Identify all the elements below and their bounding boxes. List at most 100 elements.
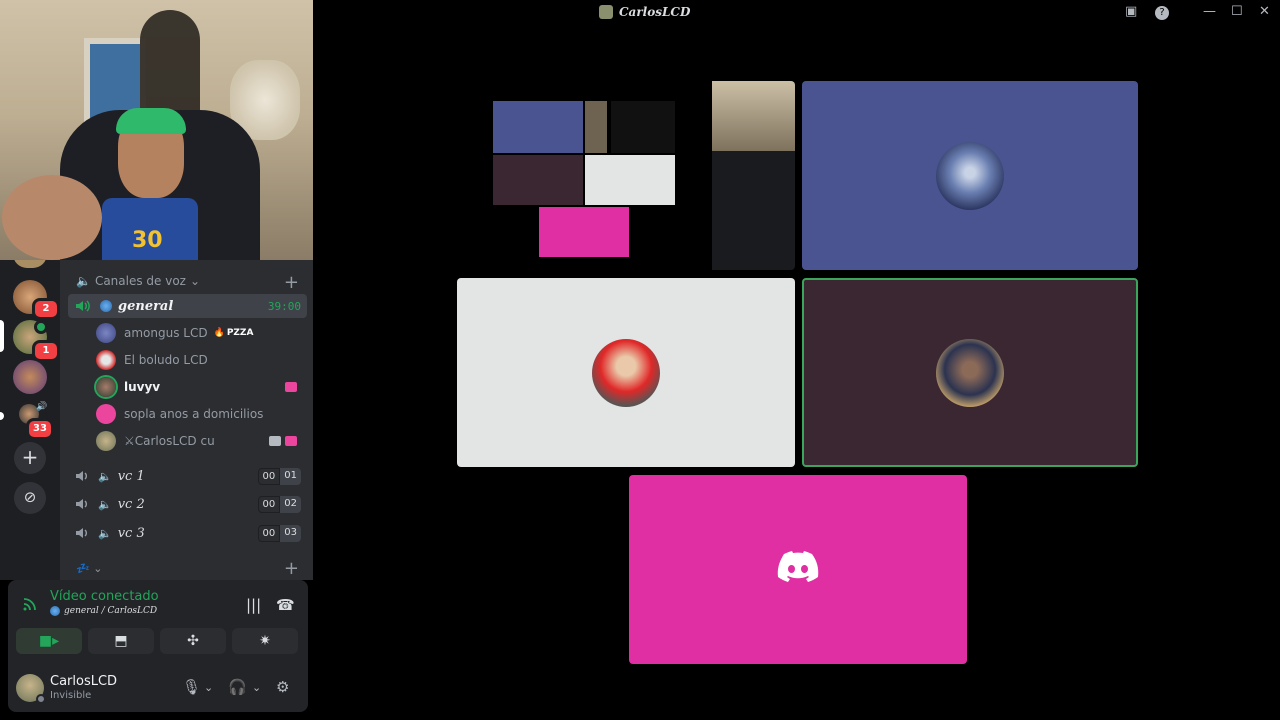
soundboard-icon: ✷: [259, 633, 271, 649]
inbox-icon[interactable]: ▣: [1125, 4, 1137, 19]
add-channel-button[interactable]: +: [284, 558, 299, 579]
voice-member[interactable]: ⚔CarlosLCD cu: [96, 429, 301, 453]
server-rail: 2 1 🔊 33 + ⊘: [0, 254, 60, 580]
chevron-down-icon[interactable]: ⌄: [204, 681, 213, 694]
speaker-icon: 🔈: [98, 526, 112, 540]
category-label: Canales de voz: [94, 274, 186, 288]
guild-tag: 🔥 PZZA: [214, 328, 254, 338]
screen-share-tile[interactable]: [457, 81, 795, 270]
unread-badge: 33: [26, 418, 54, 440]
user-status[interactable]: Invisible: [50, 690, 91, 701]
member-name: amongus LCD: [124, 326, 208, 340]
speaker-icon: [76, 300, 90, 312]
avatar: [96, 404, 116, 424]
voice-channel-general[interactable]: general 39:00: [68, 294, 307, 318]
avatar: [936, 338, 1004, 407]
camera-icon: [269, 436, 281, 446]
call-timer: 39:00: [267, 299, 301, 313]
participant-tile[interactable]: [457, 278, 795, 467]
activities-button[interactable]: ✣: [160, 628, 226, 654]
voice-channel[interactable]: 🔈 vc 2 00 02: [68, 492, 307, 516]
screen-share-button[interactable]: ⬒: [88, 628, 154, 654]
preview-tile: [585, 155, 675, 205]
minimize-icon[interactable]: —: [1203, 4, 1216, 19]
speaker-icon: 🔊: [36, 402, 48, 412]
streamer-arm: [2, 175, 102, 260]
counter-current: 00: [257, 524, 281, 542]
avatar: [936, 141, 1004, 210]
noise-suppression-icon[interactable]: |||: [246, 596, 261, 614]
voice-channel[interactable]: 🔈 vc 1 00 01: [68, 464, 307, 488]
user-limit-counter: 00 03: [257, 524, 301, 542]
activities-icon: ✣: [187, 633, 199, 649]
channel-name: general: [118, 298, 174, 314]
webcam-overlay: 30: [0, 0, 313, 260]
counter-limit: 03: [280, 524, 301, 542]
status-indicator: [36, 694, 46, 704]
participant-tile[interactable]: [802, 81, 1138, 270]
voice-member[interactable]: sopla anos a domicilios: [96, 402, 301, 426]
tag-label: PZZA: [226, 328, 254, 338]
camera-toggle-button[interactable]: ■▸: [16, 628, 82, 654]
discover-icon[interactable]: ⊘: [14, 482, 46, 514]
close-icon[interactable]: ✕: [1259, 4, 1270, 19]
camera-icon: ■▸: [38, 633, 60, 649]
soundboard-button[interactable]: ✷: [232, 628, 298, 654]
server-icon[interactable]: [13, 360, 47, 394]
participant-tile-speaking[interactable]: [802, 278, 1138, 467]
maximize-icon[interactable]: ☐: [1231, 4, 1243, 19]
streamer-cap: [116, 108, 186, 134]
connection-status[interactable]: Vídeo conectado: [50, 589, 159, 604]
help-icon[interactable]: ?: [1155, 6, 1169, 20]
channel-list: 🔈 Canales de voz ⌄ + general 39:00 among…: [60, 260, 313, 580]
settings-gear-icon[interactable]: ⚙: [276, 678, 289, 696]
microphone-icon[interactable]: 🎙: [182, 678, 201, 696]
connection-location[interactable]: general / CarlosLCD: [50, 606, 157, 616]
voice-member[interactable]: El boludo LCD: [96, 348, 301, 372]
avatar: [96, 431, 116, 451]
preview-tile: [611, 101, 675, 153]
avatar: [592, 338, 660, 407]
unread-badge: 2: [32, 298, 60, 320]
category-collapsed[interactable]: 💤 ⌄: [76, 562, 102, 575]
preview-tile: [585, 101, 607, 153]
shirt-number: 30: [132, 228, 163, 253]
avatar: [96, 377, 116, 397]
globe-icon: [50, 606, 60, 616]
speaker-icon: 🔈: [76, 274, 91, 288]
preview-tile: [493, 155, 583, 205]
sleep-icon: 💤: [76, 562, 90, 575]
counter-limit: 01: [280, 467, 301, 485]
window-title-text: CarlosLCD: [619, 5, 691, 19]
unread-pill: [0, 412, 4, 420]
chevron-down-icon: ⌄: [189, 274, 201, 288]
disconnect-icon[interactable]: ☎: [276, 596, 295, 614]
speaker-icon: [76, 528, 87, 538]
participant-tile[interactable]: [629, 475, 967, 664]
speaker-icon: [76, 499, 87, 509]
window-title: CarlosLCD: [599, 5, 690, 19]
voice-member[interactable]: amongus LCD 🔥 PZZA: [96, 321, 301, 345]
user-limit-counter: 00 01: [257, 467, 301, 485]
user-limit-counter: 00 02: [257, 495, 301, 513]
headphones-icon[interactable]: 🎧: [228, 678, 247, 696]
connection-signal-icon[interactable]: [22, 596, 38, 612]
username[interactable]: CarlosLCD: [50, 674, 117, 689]
category-header[interactable]: 🔈 Canales de voz ⌄: [76, 274, 200, 288]
counter-current: 00: [257, 495, 281, 513]
speaker-icon: 🔈: [98, 497, 112, 511]
avatar: [96, 323, 116, 343]
chevron-down-icon[interactable]: ⌄: [252, 681, 261, 694]
add-channel-button[interactable]: +: [284, 272, 299, 293]
counter-current: 00: [257, 467, 281, 485]
voice-channel[interactable]: 🔈 vc 3 00 03: [68, 521, 307, 545]
mini-discord-ui: [712, 151, 795, 270]
discord-logo-icon: [777, 551, 819, 582]
title-bar: CarlosLCD ▣ ? — ☐ ✕: [313, 0, 1280, 26]
webcam-thumbnail: [712, 81, 795, 151]
voice-member[interactable]: luvyv: [96, 375, 301, 399]
selected-pill: [0, 320, 4, 352]
screen-share-icon: ⬒: [114, 633, 128, 649]
avatar: [96, 350, 116, 370]
add-server-button[interactable]: +: [14, 442, 46, 474]
